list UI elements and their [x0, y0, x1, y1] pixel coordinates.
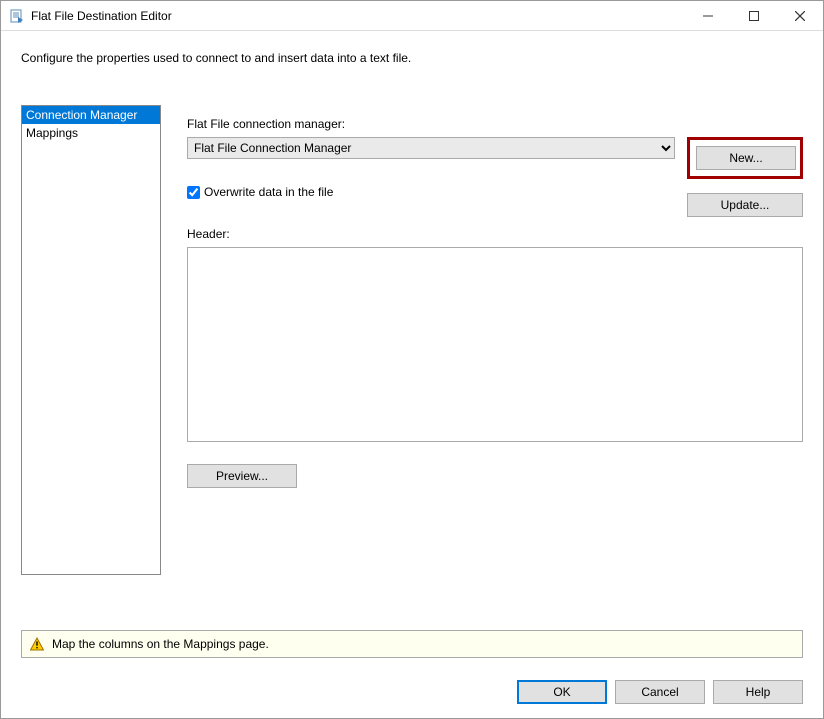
- conn-manager-dropdown[interactable]: Flat File Connection Manager: [187, 137, 675, 159]
- minimize-button[interactable]: [685, 1, 731, 30]
- warning-bar: Map the columns on the Mappings page.: [21, 630, 803, 658]
- sidebar-item-connection-manager[interactable]: Connection Manager: [22, 106, 160, 124]
- titlebar: Flat File Destination Editor: [1, 1, 823, 31]
- help-button[interactable]: Help: [713, 680, 803, 704]
- new-button[interactable]: New...: [696, 146, 796, 170]
- page-list[interactable]: Connection Manager Mappings: [21, 105, 161, 575]
- cancel-button[interactable]: Cancel: [615, 680, 705, 704]
- warning-text: Map the columns on the Mappings page.: [52, 637, 269, 651]
- conn-manager-label: Flat File connection manager:: [187, 117, 803, 131]
- connection-panel: Flat File connection manager: Flat File …: [187, 105, 803, 630]
- new-button-highlight: New...: [687, 137, 803, 179]
- overwrite-label: Overwrite data in the file: [204, 185, 333, 199]
- warning-icon: [30, 637, 44, 651]
- close-button[interactable]: [777, 1, 823, 30]
- header-label: Header:: [187, 227, 803, 241]
- conn-row: Flat File Connection Manager New... Upda…: [187, 137, 803, 217]
- side-buttons: New... Update...: [687, 137, 803, 217]
- overwrite-row: Overwrite data in the file: [187, 185, 803, 199]
- footer-buttons: OK Cancel Help: [1, 680, 823, 718]
- overwrite-checkbox[interactable]: [187, 186, 200, 199]
- maximize-button[interactable]: [731, 1, 777, 30]
- window-controls: [685, 1, 823, 30]
- preview-row: Preview...: [187, 464, 803, 488]
- preview-button[interactable]: Preview...: [187, 464, 297, 488]
- sidebar-item-mappings[interactable]: Mappings: [22, 124, 160, 142]
- app-icon: [9, 8, 25, 24]
- header-textarea[interactable]: [187, 247, 803, 442]
- main-area: Connection Manager Mappings Flat File co…: [21, 105, 803, 630]
- window: Flat File Destination Editor Configure t…: [0, 0, 824, 719]
- page-description: Configure the properties used to connect…: [21, 51, 803, 65]
- content-area: Configure the properties used to connect…: [1, 31, 823, 630]
- window-title: Flat File Destination Editor: [31, 9, 685, 23]
- conn-dropdown-wrap: Flat File Connection Manager: [187, 137, 675, 159]
- ok-button[interactable]: OK: [517, 680, 607, 704]
